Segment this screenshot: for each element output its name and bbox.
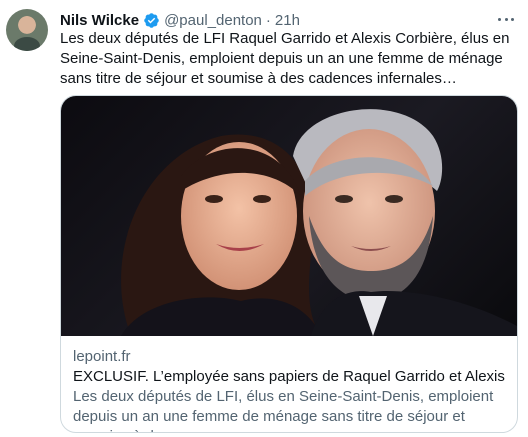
tweet-header: Nils Wilcke @paul_denton · 21h [60,10,300,30]
verified-badge-icon [144,12,159,28]
author-name[interactable]: Nils Wilcke [60,12,139,29]
more-options-icon[interactable] [496,12,516,26]
tweet-text: Les deux députés de LFI Raquel Garrido e… [60,30,510,87]
card-meta: lepoint.fr EXCLUSIF. L’employée sans pap… [73,347,507,432]
separator-dot: · [265,11,271,29]
author-handle[interactable]: @paul_denton [164,12,262,29]
tweet[interactable]: Nils Wilcke @paul_denton · 21h Les deux … [0,0,528,437]
card-domain: lepoint.fr [73,348,131,365]
card-title: EXCLUSIF. L’employée sans papiers de Raq… [73,368,507,385]
timestamp[interactable]: 21h [275,12,300,29]
card-photo [121,109,517,336]
card-description: Les deux députés de LFI, élus en Seine-S… [73,388,494,432]
avatar[interactable] [6,9,48,51]
card-image[interactable] [61,96,517,336]
link-card[interactable]: lepoint.fr EXCLUSIF. L’employée sans pap… [60,95,518,433]
